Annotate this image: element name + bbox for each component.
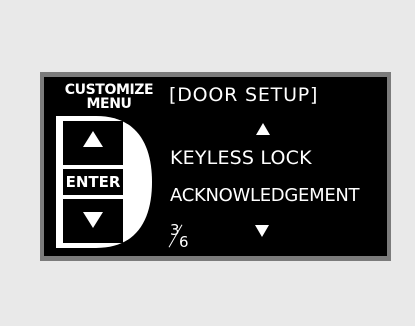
customize-menu-title-line2: MENU <box>86 96 132 112</box>
display-screen: CUSTOMIZE MENU ENTER [DOOR SETUP] KEYLES… <box>44 77 387 256</box>
page-total: 6 <box>179 233 189 251</box>
page-indicator: 3 6 <box>168 223 210 253</box>
menu-item-line2: ACKNOWLEDGEMENT <box>170 185 360 206</box>
enter-button-label: ENTER <box>65 173 121 191</box>
up-button[interactable] <box>63 121 123 165</box>
customize-menu-title: CUSTOMIZE MENU <box>54 83 164 111</box>
menu-header: [DOOR SETUP] <box>169 84 319 106</box>
down-button[interactable] <box>63 199 123 243</box>
scroll-up-icon <box>256 123 270 135</box>
scroll-down-icon <box>255 225 269 237</box>
menu-item-line1: KEYLESS LOCK <box>170 147 312 169</box>
customize-menu-title-line1: CUSTOMIZE <box>64 82 154 98</box>
